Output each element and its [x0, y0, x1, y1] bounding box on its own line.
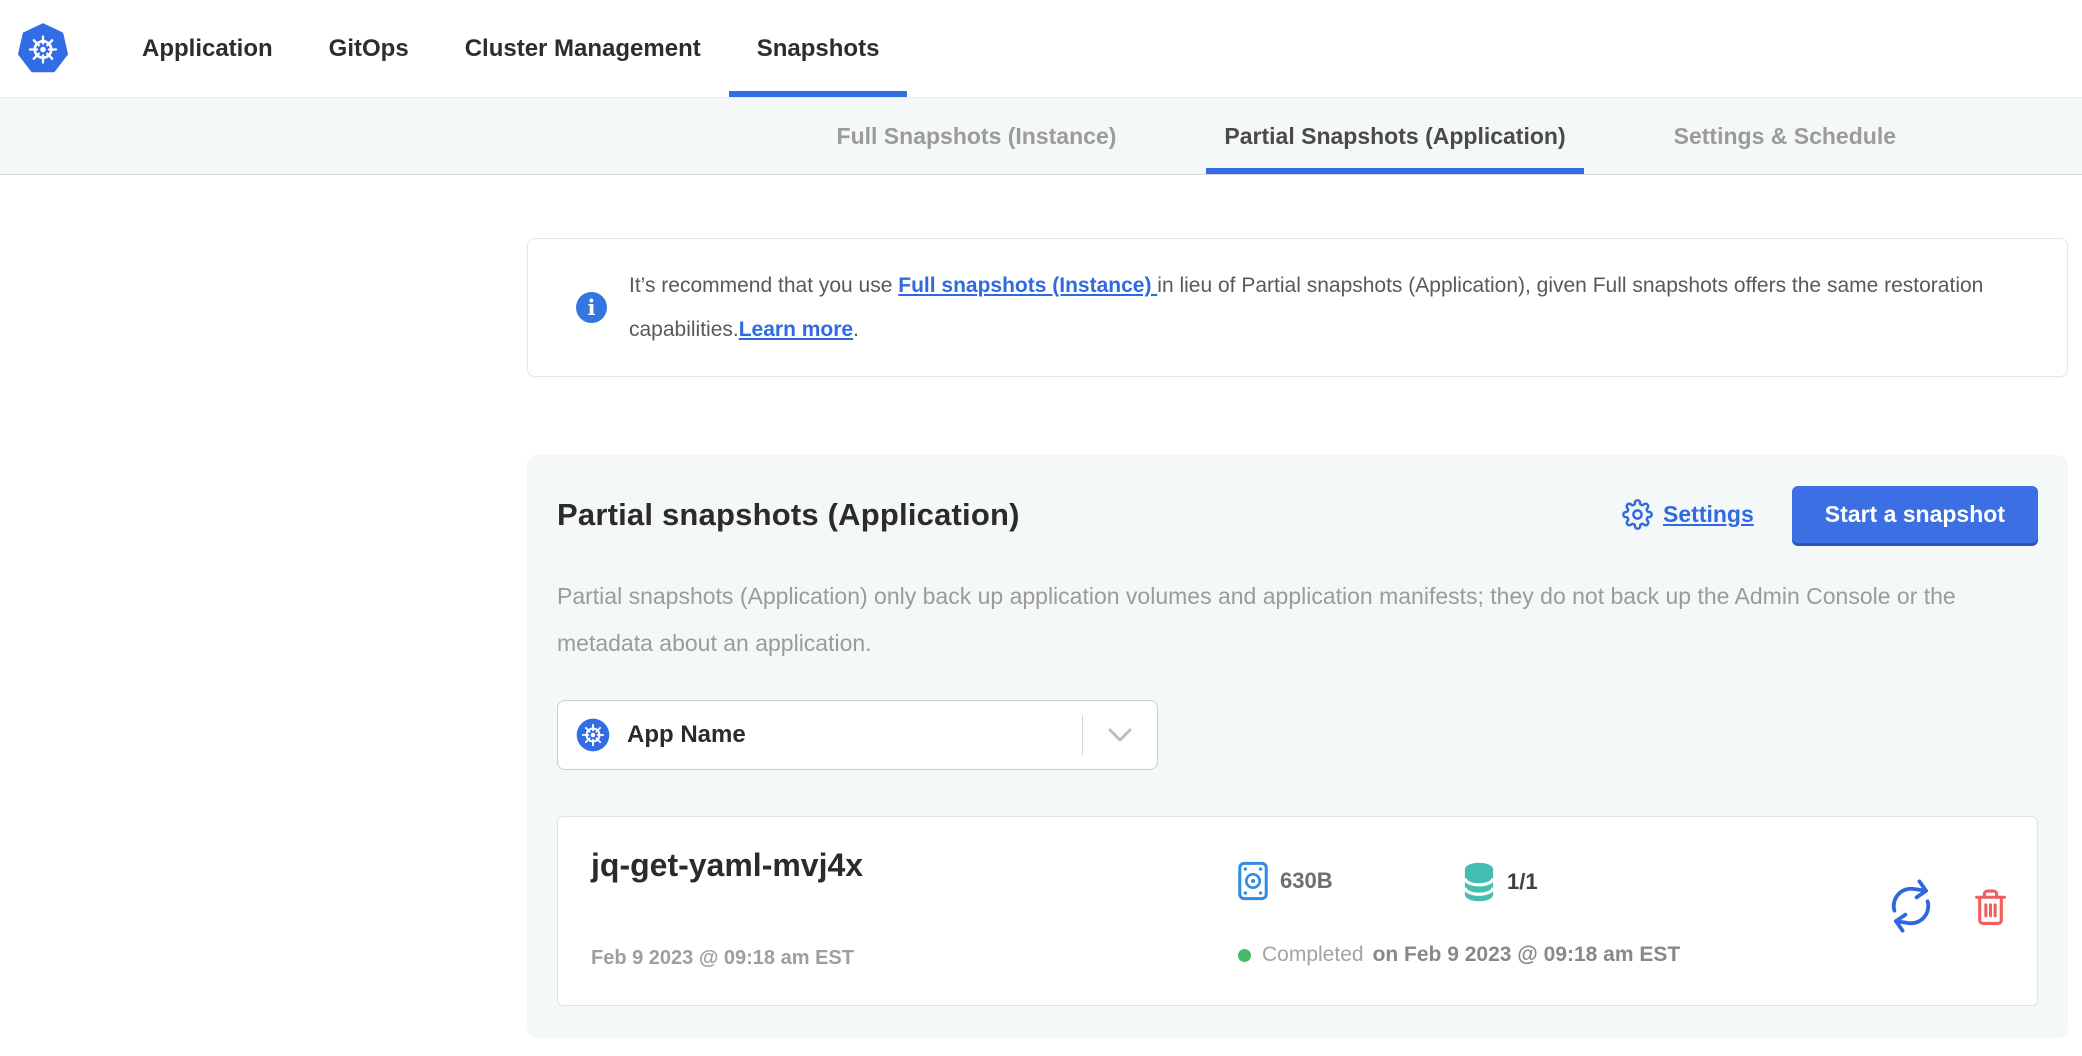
panel-description: Partial snapshots (Application) only bac… [557, 573, 2038, 667]
delete-snapshot-button[interactable] [1972, 886, 2009, 927]
snapshot-settings-link[interactable]: Settings [1622, 499, 1754, 530]
restore-icon [1879, 874, 1943, 938]
snapshots-subnav: Full Snapshots (Instance) Partial Snapsh… [0, 97, 2082, 175]
info-icon: i [576, 292, 607, 323]
trash-icon [1972, 886, 2009, 927]
panel-header: Partial snapshots (Application) Settings… [557, 486, 2038, 543]
chevron-down-icon [1083, 728, 1157, 742]
partial-snapshots-panel: Partial snapshots (Application) Settings… [527, 455, 2068, 1038]
nav-item-snapshots[interactable]: Snapshots [729, 0, 908, 97]
learn-more-link[interactable]: Learn more [739, 318, 853, 341]
top-nav: Application GitOps Cluster Management Sn… [0, 0, 2082, 97]
app-name-select[interactable]: App Name [557, 700, 1158, 770]
snapshot-volumes: 1/1 [1463, 861, 1538, 903]
page-title: Partial snapshots (Application) [557, 497, 1020, 533]
disk-icon [1238, 861, 1268, 901]
nav-item-application[interactable]: Application [114, 0, 301, 97]
snapshots-page: Application GitOps Cluster Management Sn… [0, 0, 2082, 1056]
kubernetes-logo [18, 0, 68, 97]
top-nav-items: Application GitOps Cluster Management Sn… [114, 0, 907, 97]
nav-item-cluster-management[interactable]: Cluster Management [437, 0, 729, 97]
banner-text-1: It’s recommend that you use [629, 274, 898, 297]
banner-text-3: . [853, 318, 859, 341]
snapshot-actions [1888, 883, 2009, 929]
snapshot-name: jq-get-yaml-mvj4x [591, 847, 863, 884]
snapshot-volumes-value: 1/1 [1507, 869, 1538, 895]
status-label: Completed [1262, 943, 1364, 967]
snapshot-row: jq-get-yaml-mvj4x Feb 9 2023 @ 09:18 am … [557, 816, 2038, 1006]
app-select-value: App Name [627, 721, 746, 749]
tab-partial-snapshots-application[interactable]: Partial Snapshots (Application) [1206, 98, 1583, 174]
main-content: i It’s recommend that you use Full snaps… [0, 175, 2082, 1038]
gear-icon [1622, 499, 1653, 530]
info-banner-text: It’s recommend that you use Full snapsho… [629, 264, 2029, 352]
full-snapshots-link[interactable]: Full snapshots (Instance) [898, 274, 1157, 297]
start-snapshot-button[interactable]: Start a snapshot [1792, 486, 2038, 543]
snapshot-status: Completed on Feb 9 2023 @ 09:18 am EST [1238, 943, 1680, 967]
restore-snapshot-button[interactable] [1888, 883, 1934, 929]
snapshot-size-value: 630B [1280, 868, 1333, 894]
panel-header-actions: Settings Start a snapshot [1622, 486, 2038, 543]
status-dot-icon [1238, 949, 1251, 962]
snapshot-size: 630B [1238, 861, 1333, 901]
database-icon [1463, 861, 1495, 903]
nav-item-gitops[interactable]: GitOps [301, 0, 437, 97]
status-finished-timestamp: on Feb 9 2023 @ 09:18 am EST [1373, 943, 1681, 967]
tab-full-snapshots-instance[interactable]: Full Snapshots (Instance) [819, 98, 1135, 174]
snapshot-started-timestamp: Feb 9 2023 @ 09:18 am EST [591, 947, 854, 970]
settings-link-label: Settings [1663, 501, 1754, 528]
tab-settings-schedule[interactable]: Settings & Schedule [1656, 98, 1914, 174]
kubernetes-app-icon [576, 718, 610, 752]
info-banner: i It’s recommend that you use Full snaps… [527, 238, 2068, 377]
